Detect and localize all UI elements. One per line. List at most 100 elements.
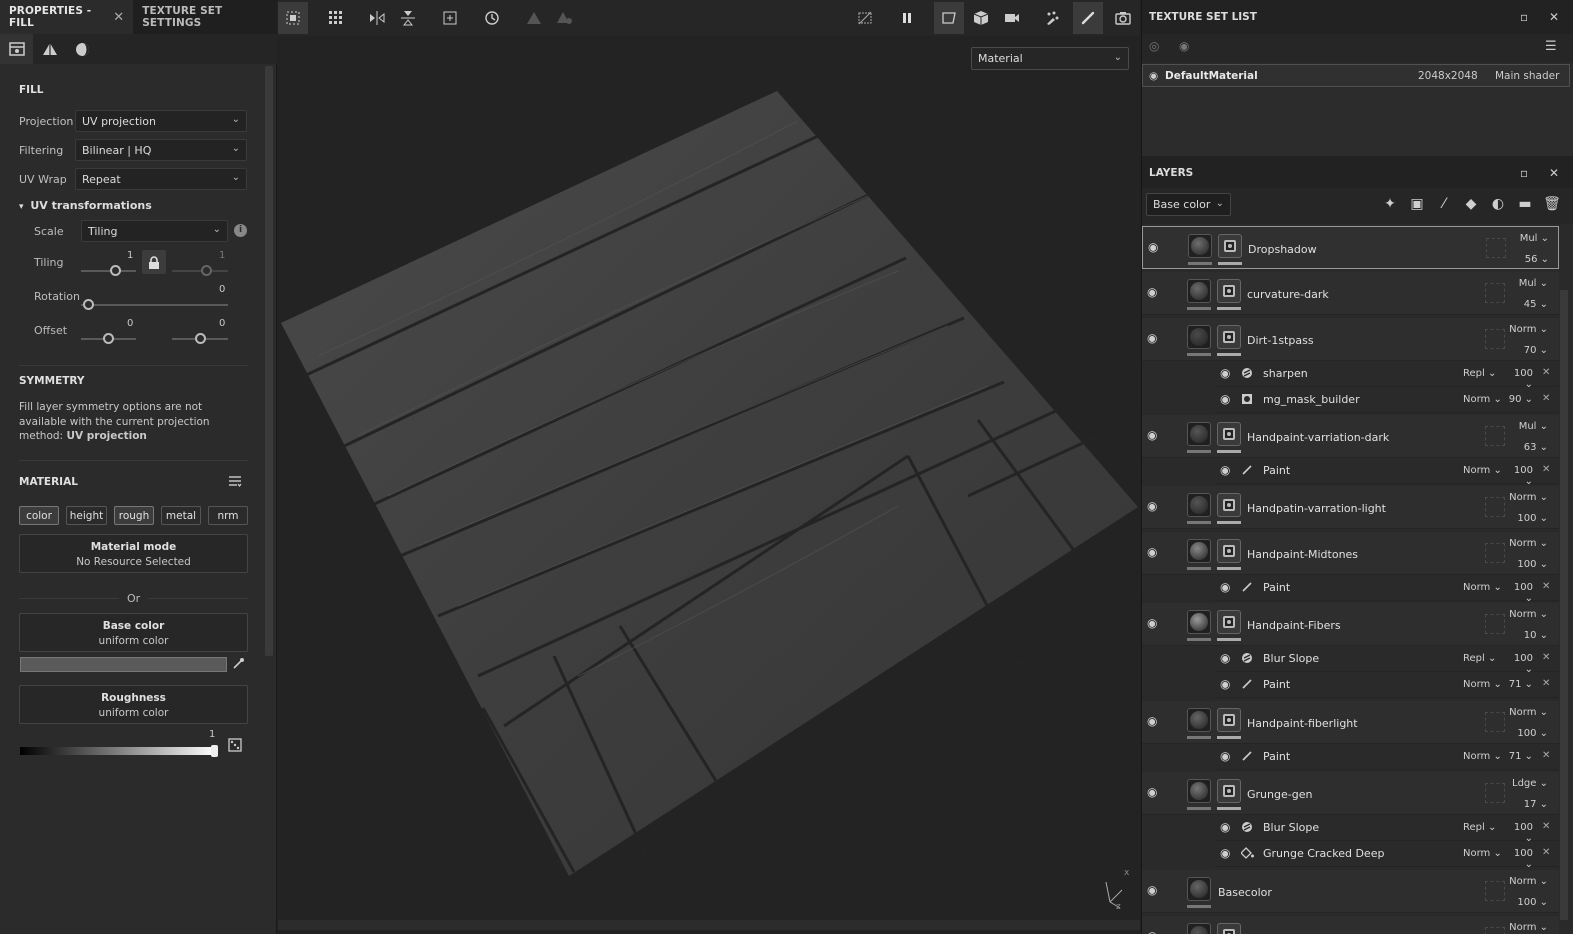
effect-blend-mode[interactable]: Norm ⌄: [1463, 582, 1502, 593]
layer-mask-thumbnail[interactable]: [1218, 234, 1242, 258]
close-icon[interactable]: ✕: [1542, 581, 1550, 592]
3d-viewport[interactable]: x z: [278, 36, 1140, 920]
layer-thumbnail[interactable]: [1187, 610, 1211, 634]
history-icon[interactable]: [477, 2, 507, 34]
particle-brush-icon[interactable]: [1038, 2, 1068, 34]
channel-chip-nrm[interactable]: nrm: [208, 506, 248, 525]
effect-opacity[interactable]: 100 ⌄: [1505, 848, 1533, 870]
layer-thumbnail[interactable]: [1187, 779, 1211, 803]
eye-icon[interactable]: ◉: [1220, 846, 1230, 860]
eye-icon[interactable]: ◉: [1147, 929, 1157, 934]
screenshot-camera-icon[interactable]: [1108, 2, 1138, 34]
close-icon[interactable]: ✕: [1542, 652, 1550, 663]
random-seed-icon[interactable]: [228, 738, 242, 755]
eye-icon[interactable]: ◉: [1147, 285, 1157, 299]
maximize-icon[interactable]: ▫: [1520, 10, 1528, 24]
effect-row[interactable]: ◉ Paint Norm ⌄ 71 ⌄ ✕: [1215, 672, 1559, 698]
visibility-off-icon[interactable]: ◎: [1149, 39, 1159, 53]
viewport-mode-dropdown[interactable]: Material ⌄: [971, 47, 1129, 70]
effect-blend-mode[interactable]: Norm ⌄: [1463, 679, 1502, 690]
add-fill-layer-icon[interactable]: ◆: [1461, 196, 1481, 216]
eye-icon[interactable]: ◉: [1220, 749, 1230, 763]
layer-opacity[interactable]: 10 ⌄: [1508, 630, 1548, 641]
layer-thumbnail[interactable]: [1187, 708, 1211, 732]
selection-tool-icon[interactable]: [278, 2, 308, 34]
layer-blend-mode[interactable]: Norm ⌄: [1508, 492, 1548, 503]
effect-blend-mode[interactable]: Repl ⌄: [1463, 822, 1496, 833]
paint-brush-icon[interactable]: [1073, 2, 1103, 34]
layer-thumbnail[interactable]: [1187, 877, 1211, 901]
effect-blend-mode[interactable]: Repl ⌄: [1463, 653, 1496, 664]
menu-icon[interactable]: ☰: [1545, 39, 1557, 54]
roughness-slider-handle[interactable]: [211, 745, 218, 757]
add-icon[interactable]: [435, 2, 465, 34]
3d-view-icon[interactable]: [966, 2, 996, 34]
effect-row[interactable]: ◉ sharpen Repl ⌄ 100 ⌄ ✕: [1215, 361, 1559, 390]
layer-opacity[interactable]: 100 ⌄: [1508, 728, 1548, 739]
uv-transformations-toggle[interactable]: ▾ UV transformations: [19, 199, 152, 212]
grid-tool-icon[interactable]: [321, 2, 351, 34]
layer-opacity[interactable]: 17 ⌄: [1508, 799, 1548, 810]
maximize-icon[interactable]: ▫: [1520, 166, 1528, 180]
layer-mask-thumbnail[interactable]: [1217, 539, 1241, 563]
geometry-mask-icon[interactable]: [33, 34, 66, 64]
tiling-slider-1[interactable]: [81, 270, 136, 272]
layer-thumbnail[interactable]: [1187, 539, 1211, 563]
close-icon[interactable]: ✕: [1542, 393, 1550, 404]
layer-row[interactable]: ◉ Handpaint-fiberlight Norm ⌄ 100 ⌄: [1142, 701, 1559, 744]
effect-opacity[interactable]: 90 ⌄: [1505, 394, 1533, 405]
eye-icon[interactable]: ◉: [1147, 616, 1157, 630]
info-icon[interactable]: i: [234, 224, 247, 237]
eye-icon[interactable]: ◉: [1220, 392, 1230, 406]
layer-row[interactable]: ◉ curvature-dark Mul ⌄ 45 ⌄: [1142, 272, 1559, 315]
offset-slider-2-knob[interactable]: [195, 333, 206, 344]
layer-blend-mode[interactable]: Mul ⌄: [1508, 278, 1548, 289]
add-paint-layer-icon[interactable]: ⁄: [1434, 196, 1454, 216]
layer-row[interactable]: ◉ Handpaint-Midtones Norm ⌄ 100 ⌄: [1142, 532, 1559, 575]
eye-icon[interactable]: ◉: [1220, 580, 1230, 594]
layer-channel-dropdown[interactable]: Base color ⌄: [1146, 193, 1231, 216]
add-effect-icon[interactable]: ✦: [1380, 196, 1400, 216]
close-icon[interactable]: ✕: [1542, 750, 1550, 761]
base-color-resource-button[interactable]: Base color uniform color: [19, 613, 248, 652]
effect-row[interactable]: ◉ Blur Slope Repl ⌄ 100 ⌄ ✕: [1215, 646, 1559, 675]
close-icon[interactable]: ✕: [1542, 367, 1550, 378]
layer-row[interactable]: ◉Norm ⌄ ⌄: [1142, 916, 1559, 934]
eye-icon[interactable]: ◉: [1147, 331, 1157, 345]
eye-icon[interactable]: ◉: [1220, 463, 1230, 477]
effect-blend-mode[interactable]: Norm ⌄: [1463, 394, 1502, 405]
viewport-scrollbar[interactable]: [278, 920, 1140, 930]
eye-icon[interactable]: ◉: [1147, 785, 1157, 799]
projection-dropdown[interactable]: UV projection ⌄: [75, 110, 247, 132]
close-icon[interactable]: ✕: [1542, 678, 1550, 689]
channel-chip-rough[interactable]: rough: [114, 506, 154, 525]
effect-row[interactable]: ◉ Paint Norm ⌄ 100 ⌄ ✕: [1215, 458, 1559, 487]
effect-row[interactable]: ◉ Blur Slope Repl ⌄ 100 ⌄ ✕: [1215, 815, 1559, 844]
filtering-dropdown[interactable]: Bilinear | HQ ⌄: [75, 139, 247, 161]
2d-view-icon[interactable]: [934, 2, 964, 34]
rotation-slider-knob[interactable]: [83, 299, 94, 310]
effect-blend-mode[interactable]: Norm ⌄: [1463, 465, 1502, 476]
hide-ui-icon[interactable]: [850, 2, 880, 34]
effect-row[interactable]: ◉ Grunge Cracked Deep Norm ⌄ 100 ⌄ ✕: [1215, 841, 1559, 870]
effect-row[interactable]: ◉ mg_mask_builder Norm ⌄ 90 ⌄ ✕: [1215, 387, 1559, 413]
eye-icon[interactable]: ◉: [1220, 820, 1230, 834]
eye-icon[interactable]: ◉: [1147, 499, 1157, 513]
tab-texture-set-settings[interactable]: TEXTURE SET SETTINGS: [133, 0, 277, 34]
layer-row[interactable]: ◉ Grunge-gen Ldge ⌄ 17 ⌄: [1142, 772, 1559, 815]
rotation-slider[interactable]: [81, 304, 228, 306]
scale-dropdown[interactable]: Tiling ⌄: [81, 220, 228, 242]
lock-icon[interactable]: [142, 250, 166, 274]
roughness-resource-button[interactable]: Roughness uniform color: [19, 685, 248, 724]
close-icon[interactable]: ✕: [1549, 10, 1559, 24]
layer-row[interactable]: ◉ Basecolor Norm ⌄ 100 ⌄: [1142, 870, 1559, 913]
uvwrap-dropdown[interactable]: Repeat ⌄: [75, 168, 247, 190]
properties-scrollbar[interactable]: [265, 66, 273, 656]
close-icon[interactable]: ✕: [1542, 464, 1550, 475]
eye-icon[interactable]: ◉: [1147, 428, 1157, 442]
layer-mask-thumbnail[interactable]: [1217, 493, 1241, 517]
channel-chip-height[interactable]: height: [66, 506, 107, 525]
eye-icon[interactable]: ◉: [1147, 883, 1157, 897]
layer-opacity[interactable]: 63 ⌄: [1508, 442, 1548, 453]
layer-mask-thumbnail[interactable]: [1217, 779, 1241, 803]
